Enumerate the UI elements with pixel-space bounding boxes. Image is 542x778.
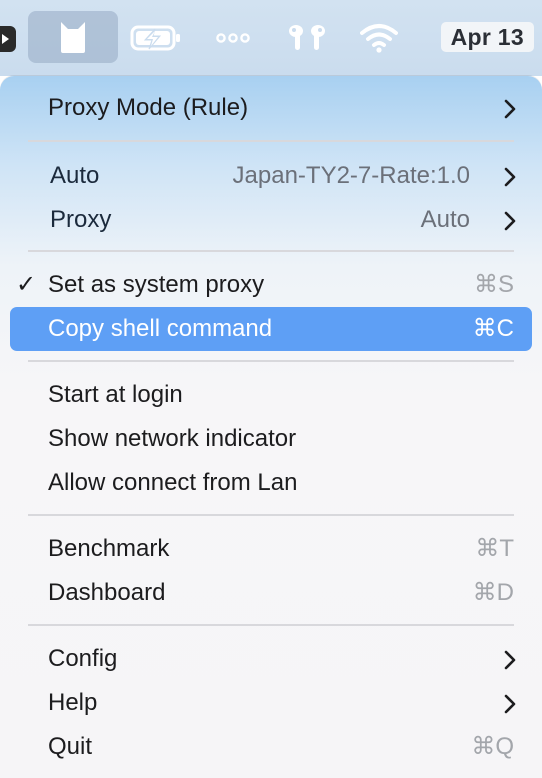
menu-item-label: Quit xyxy=(48,733,93,760)
menu-item-copy-shell-command[interactable]: Copy shell command ⌘C xyxy=(10,307,532,351)
chevron-right-icon xyxy=(504,167,516,187)
menu-item-shortcut: ⌘T xyxy=(475,535,514,562)
battery-charging-icon[interactable] xyxy=(130,24,182,57)
menu-bar: Apr 13 xyxy=(0,0,542,76)
menu-item-config[interactable]: Config xyxy=(10,637,532,681)
menu-item-label: Help xyxy=(48,689,98,716)
menu-item-shortcut: ⌘C xyxy=(472,315,514,342)
menu-item-show-network-indicator[interactable]: Show network indicator xyxy=(10,417,532,461)
menu-item-shortcut: ⌘S xyxy=(473,271,514,298)
menu-item-value: Japan-TY2-7-Rate:1.0 xyxy=(232,162,470,189)
menu-item-help[interactable]: Help xyxy=(10,681,532,725)
menu-item-label: Show network indicator xyxy=(48,425,297,452)
chevron-right-icon xyxy=(504,694,516,714)
checkmark-icon: ✓ xyxy=(16,271,37,298)
clashx-menu-extra[interactable] xyxy=(28,11,118,63)
menu-item-auto[interactable]: Auto Japan-TY2-7-Rate:1.0 xyxy=(10,154,532,198)
menu-item-dashboard[interactable]: Dashboard ⌘D xyxy=(10,571,532,615)
menu-item-label: Copy shell command xyxy=(48,315,273,342)
menu-separator xyxy=(28,624,514,626)
menubar-date[interactable]: Apr 13 xyxy=(440,22,534,52)
menu-item-shortcut: ⌘D xyxy=(472,579,514,606)
menu-item-label: Proxy Mode (Rule) xyxy=(48,94,249,121)
menu-item-set-system-proxy[interactable]: ✓ Set as system proxy ⌘S xyxy=(10,263,532,307)
menu-item-quit[interactable]: Quit ⌘Q xyxy=(10,725,532,769)
menu-item-label: Dashboard xyxy=(48,579,166,606)
menu-item-label: Auto xyxy=(50,162,100,189)
menu-separator xyxy=(28,360,514,362)
menu-separator xyxy=(28,250,514,252)
menu-item-label: Benchmark xyxy=(48,535,170,562)
chevron-right-icon xyxy=(504,211,516,231)
menu-item-label: Config xyxy=(48,645,118,672)
clashx-dropdown-menu: Proxy Mode (Rule) Auto Japan-TY2-7-Rate:… xyxy=(0,76,542,778)
menu-item-label: Set as system proxy xyxy=(48,271,265,298)
clashx-cat-icon xyxy=(61,22,85,53)
menu-separator xyxy=(28,514,514,516)
menu-separator xyxy=(28,140,514,142)
chevron-right-icon xyxy=(504,99,516,119)
menu-item-allow-connect-from-lan[interactable]: Allow connect from Lan xyxy=(10,461,532,505)
more-dots-icon[interactable] xyxy=(216,31,250,49)
play-icon[interactable] xyxy=(0,26,16,52)
menu-item-shortcut: ⌘Q xyxy=(471,733,514,760)
airpods-icon[interactable] xyxy=(286,22,328,57)
menu-item-proxy[interactable]: Proxy Auto xyxy=(10,198,532,242)
menu-item-label: Start at login xyxy=(48,381,183,408)
menu-item-start-at-login[interactable]: Start at login xyxy=(10,373,532,417)
wifi-icon[interactable] xyxy=(360,23,398,58)
menu-item-label: Allow connect from Lan xyxy=(48,469,298,496)
menu-item-label: Proxy xyxy=(50,206,112,233)
menu-item-proxy-mode[interactable]: Proxy Mode (Rule) xyxy=(10,86,532,130)
menu-item-value: Auto xyxy=(420,206,470,233)
menu-item-benchmark[interactable]: Benchmark ⌘T xyxy=(10,527,532,571)
chevron-right-icon xyxy=(504,650,516,670)
